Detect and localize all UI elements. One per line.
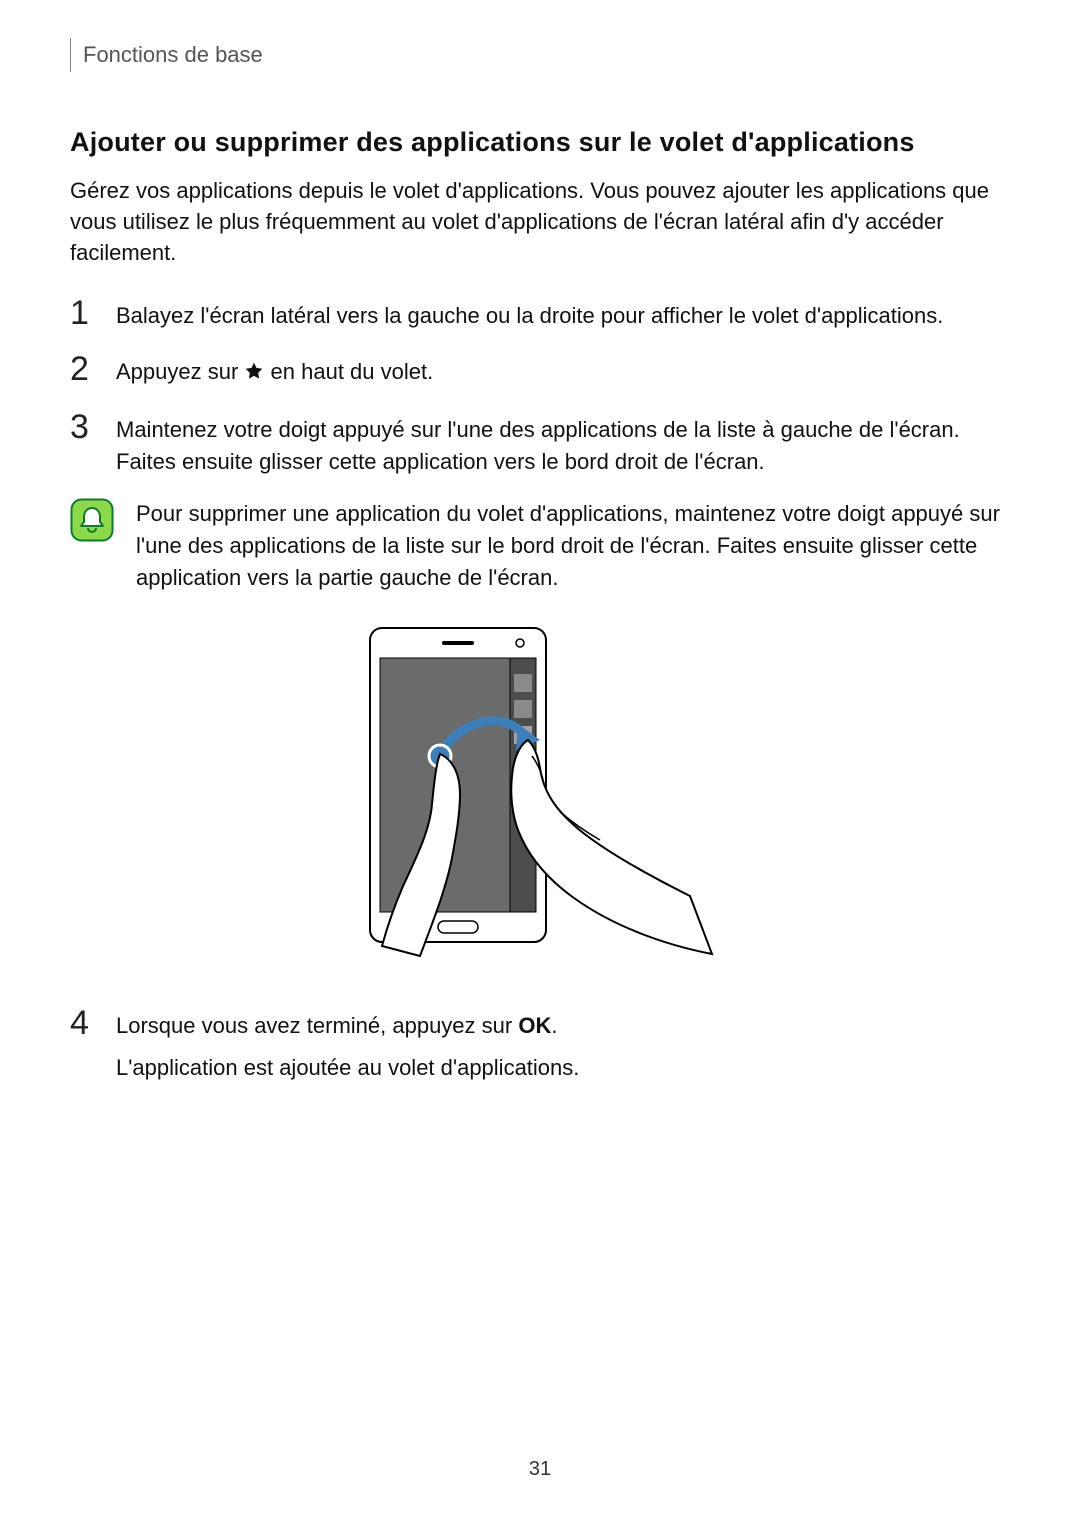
steps-list: 1 Balayez l'écran latéral vers la gauche… <box>70 296 1010 478</box>
bell-icon <box>70 498 114 542</box>
step-text: Lorsque vous avez terminé, appuyez sur O… <box>116 1006 1010 1084</box>
step-number: 3 <box>70 410 94 444</box>
page-title: Ajouter ou supprimer des applications su… <box>70 127 1010 158</box>
step-2: 2 Appuyez sur en haut du volet. <box>70 352 1010 390</box>
step-3: 3 Maintenez votre doigt appuyé sur l'une… <box>70 410 1010 478</box>
step-text-before: Lorsque vous avez terminé, appuyez sur <box>116 1013 518 1038</box>
step-number: 1 <box>70 296 94 330</box>
step-1: 1 Balayez l'écran latéral vers la gauche… <box>70 296 1010 332</box>
note-block: Pour supprimer une application du volet … <box>70 498 1010 594</box>
step-text: Appuyez sur en haut du volet. <box>116 352 1010 390</box>
step-text-bold: OK <box>518 1013 551 1038</box>
phone-gesture-illustration <box>360 624 720 966</box>
step-text-line2: L'application est ajoutée au volet d'app… <box>116 1052 1010 1084</box>
step-number: 2 <box>70 352 94 386</box>
step-text-before: Appuyez sur <box>116 359 244 384</box>
header-divider <box>70 38 71 72</box>
steps-list-cont: 4 Lorsque vous avez terminé, appuyez sur… <box>70 1006 1010 1084</box>
step-text: Balayez l'écran latéral vers la gauche o… <box>116 296 1010 332</box>
intro-paragraph: Gérez vos applications depuis le volet d… <box>70 176 1010 268</box>
step-text-after: . <box>551 1013 557 1038</box>
page-number: 31 <box>0 1458 1080 1481</box>
section-header: Fonctions de base <box>70 38 1010 72</box>
step-number: 4 <box>70 1006 94 1040</box>
star-icon <box>244 358 264 390</box>
illustration <box>70 624 1010 966</box>
step-4: 4 Lorsque vous avez terminé, appuyez sur… <box>70 1006 1010 1084</box>
note-text: Pour supprimer une application du volet … <box>136 498 1010 594</box>
step-text-after: en haut du volet. <box>271 359 434 384</box>
section-label: Fonctions de base <box>83 42 263 68</box>
step-text: Maintenez votre doigt appuyé sur l'une d… <box>116 410 1010 478</box>
